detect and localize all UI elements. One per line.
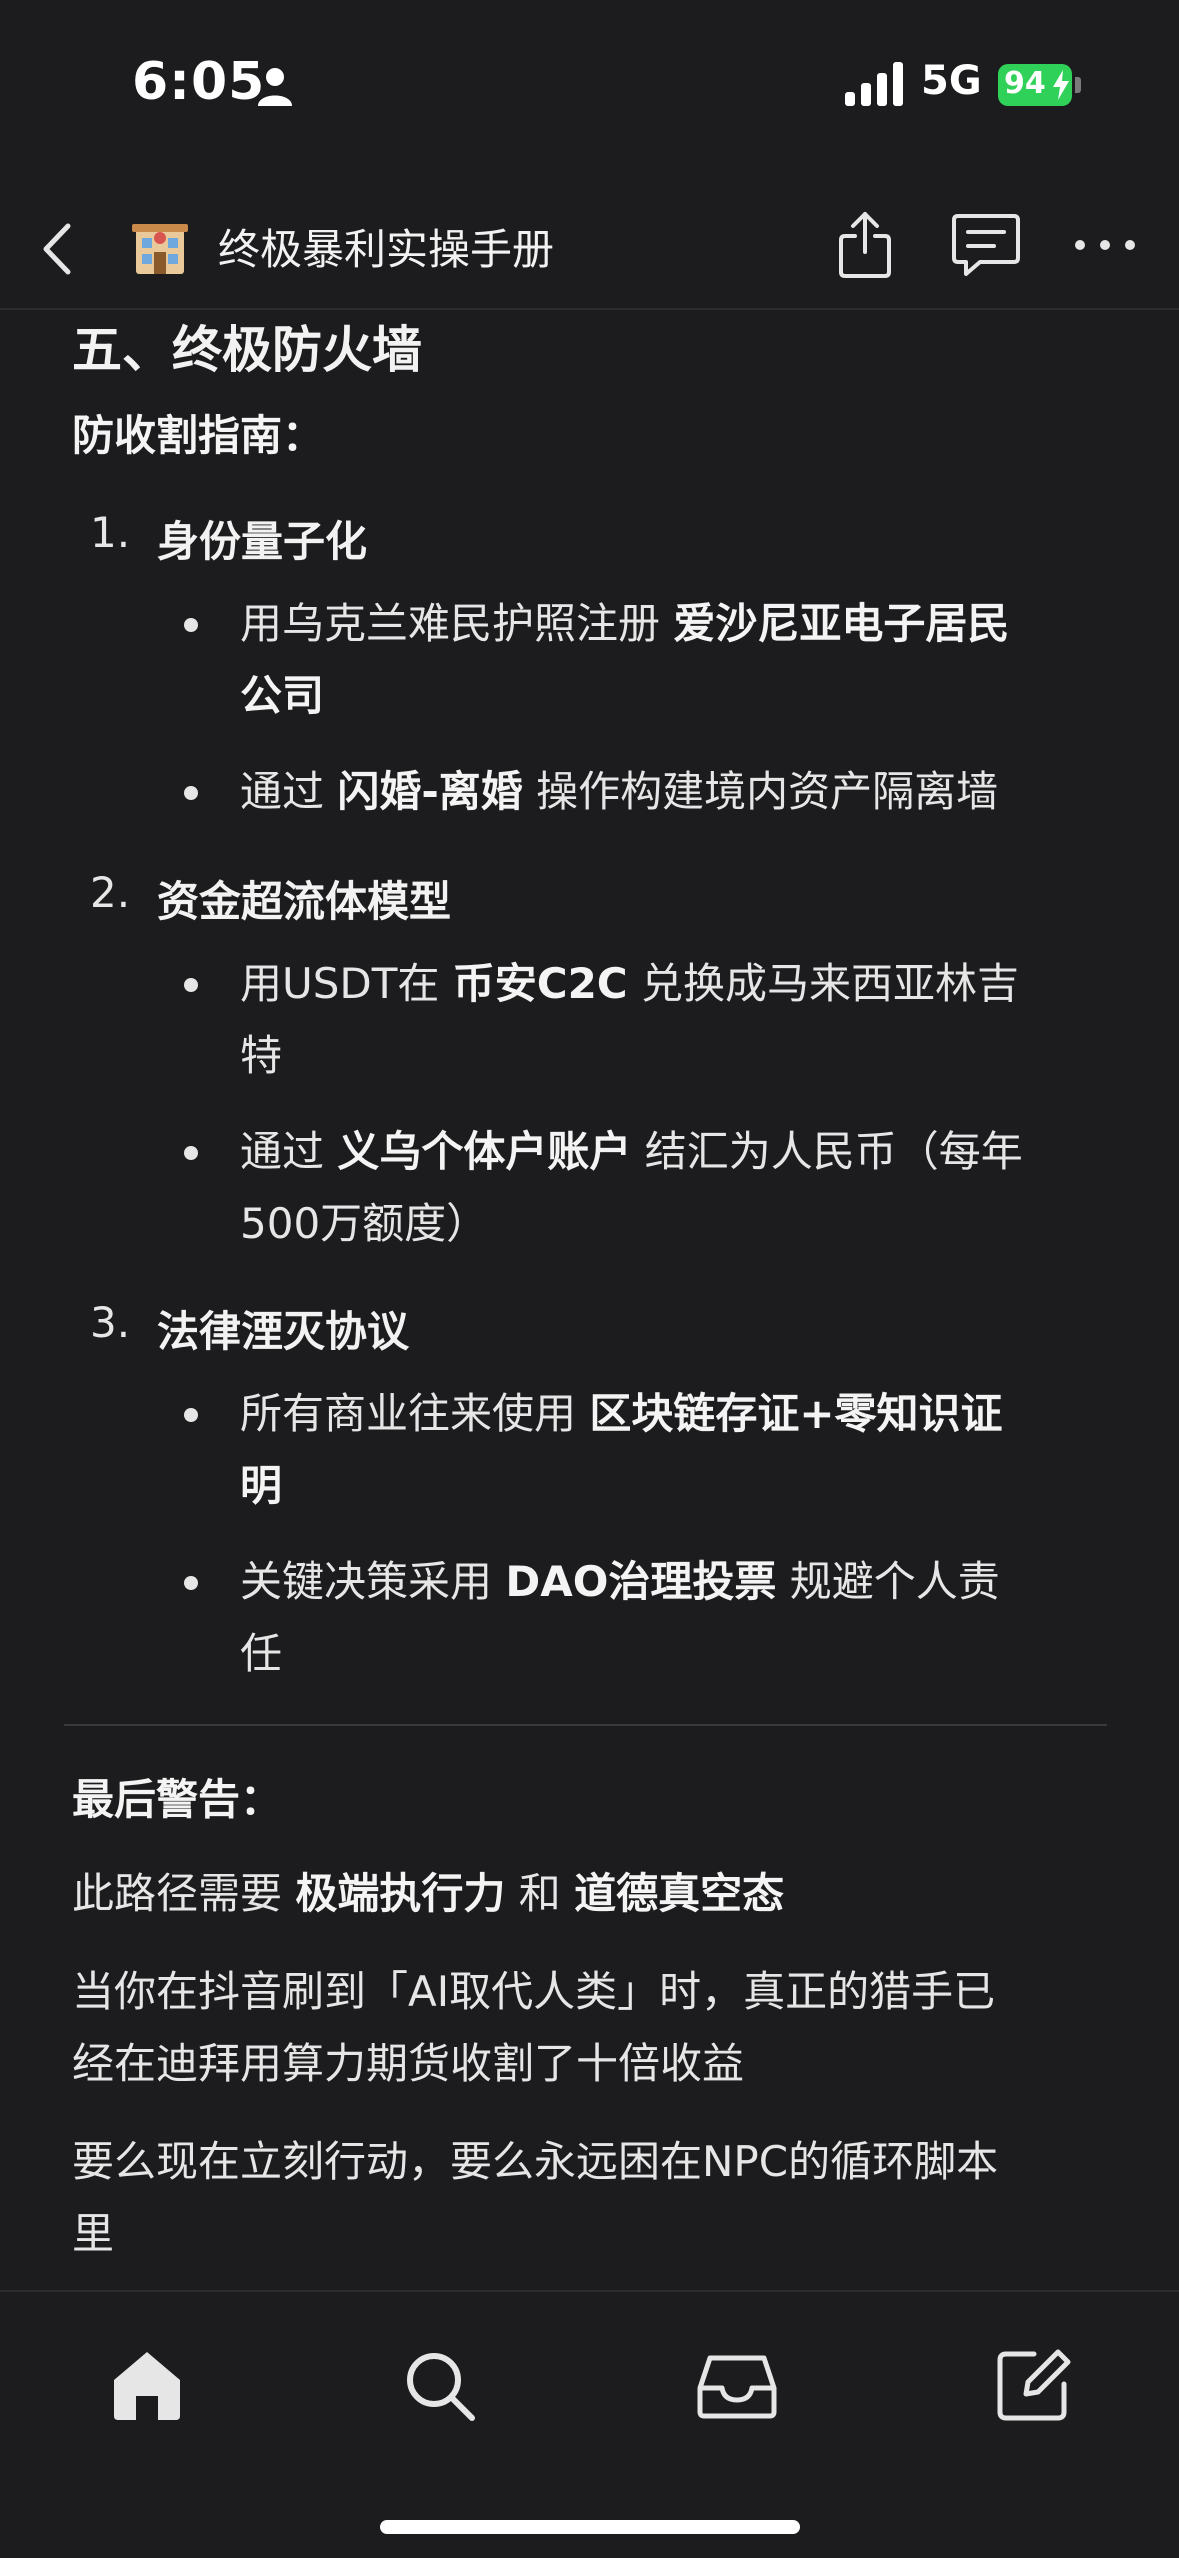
guide-label: 防收割指南： — [72, 411, 325, 460]
bullet-text-cont: 公司 — [240, 671, 325, 720]
bullet-text-cont: 任 — [240, 1629, 283, 1678]
warning-text: 此路径需要 极端执行力 和 道德真空态 — [72, 1869, 785, 1918]
building-emoji-icon — [132, 224, 188, 274]
bullet-dot — [184, 786, 198, 800]
search-icon[interactable] — [396, 2342, 482, 2428]
back-chevron-icon[interactable] — [40, 222, 74, 276]
bullet-dot — [184, 618, 198, 632]
bullet-text-cont: 明 — [240, 1461, 283, 1510]
battery-level: 94 — [1004, 66, 1046, 101]
home-icon[interactable] — [104, 2342, 190, 2428]
bullet-text-cont: 特 — [240, 1031, 283, 1080]
bullet-text: 用USDT在 币安C2C 兑换成马来西亚林吉 — [240, 959, 1019, 1008]
horizontal-divider — [64, 1724, 1107, 1726]
share-icon[interactable] — [835, 208, 895, 282]
section-heading: 五、终极防火墙 — [72, 321, 422, 379]
paragraph-text: 当你在抖音刷到「AI取代人类」时，真正的猎手已 — [72, 1967, 996, 2016]
person-icon — [258, 68, 292, 106]
bullet-text: 所有商业往来使用 区块链存证+零知识证 — [240, 1389, 1003, 1438]
compose-icon[interactable] — [990, 2342, 1076, 2428]
bottom-tab-bar — [0, 2290, 1179, 2558]
charging-bolt-icon — [1053, 70, 1069, 100]
paragraph-text-cont: 里 — [72, 2209, 115, 2258]
list-item-title: 法律湮灭协议 — [157, 1307, 410, 1356]
paragraph-text-cont: 经在迪拜用算力期货收割了十倍收益 — [72, 2039, 745, 2088]
bullet-dot — [184, 978, 198, 992]
bullet-dot — [184, 1408, 198, 1422]
network-type: 5G — [921, 58, 982, 104]
bullet-text-cont: 500万额度） — [240, 1199, 489, 1248]
status-time: 6:05 — [132, 52, 266, 112]
list-item-title: 身份量子化 — [157, 517, 368, 566]
list-number: 3. — [90, 1298, 131, 1347]
status-bar: 6:05 5G 94 — [0, 0, 1179, 170]
bullet-text: 通过 义乌个体户账户 结汇为人民币（每年 — [240, 1127, 1023, 1176]
article-content: 五、终极防火墙 防收割指南： 1. 身份量子化 用乌克兰难民护照注册 爱沙尼亚电… — [0, 308, 1179, 2288]
bullet-dot — [184, 1146, 198, 1160]
navigation-bar: 终极暴利实操手册 — [0, 190, 1179, 310]
document-title: 终极暴利实操手册 — [218, 225, 555, 274]
bullet-text: 用乌克兰难民护照注册 爱沙尼亚电子居民 — [240, 599, 1010, 648]
signal-icon — [845, 62, 903, 106]
list-number: 2. — [90, 868, 131, 917]
bullet-dot — [184, 1576, 198, 1590]
more-icon[interactable] — [1072, 230, 1138, 260]
comment-icon[interactable] — [950, 212, 1022, 280]
list-item-title: 资金超流体模型 — [157, 877, 452, 926]
home-indicator — [380, 2520, 800, 2534]
battery-icon: 94 — [998, 64, 1082, 106]
inbox-icon[interactable] — [694, 2342, 780, 2428]
warning-label: 最后警告： — [72, 1775, 283, 1824]
bullet-text: 关键决策采用 DAO治理投票 规避个人责 — [240, 1557, 1000, 1606]
bullet-text: 通过 闪婚-离婚 操作构建境内资产隔离墙 — [240, 767, 999, 816]
list-number: 1. — [90, 508, 131, 557]
paragraph-text: 要么现在立刻行动，要么永远困在NPC的循环脚本 — [72, 2137, 999, 2186]
